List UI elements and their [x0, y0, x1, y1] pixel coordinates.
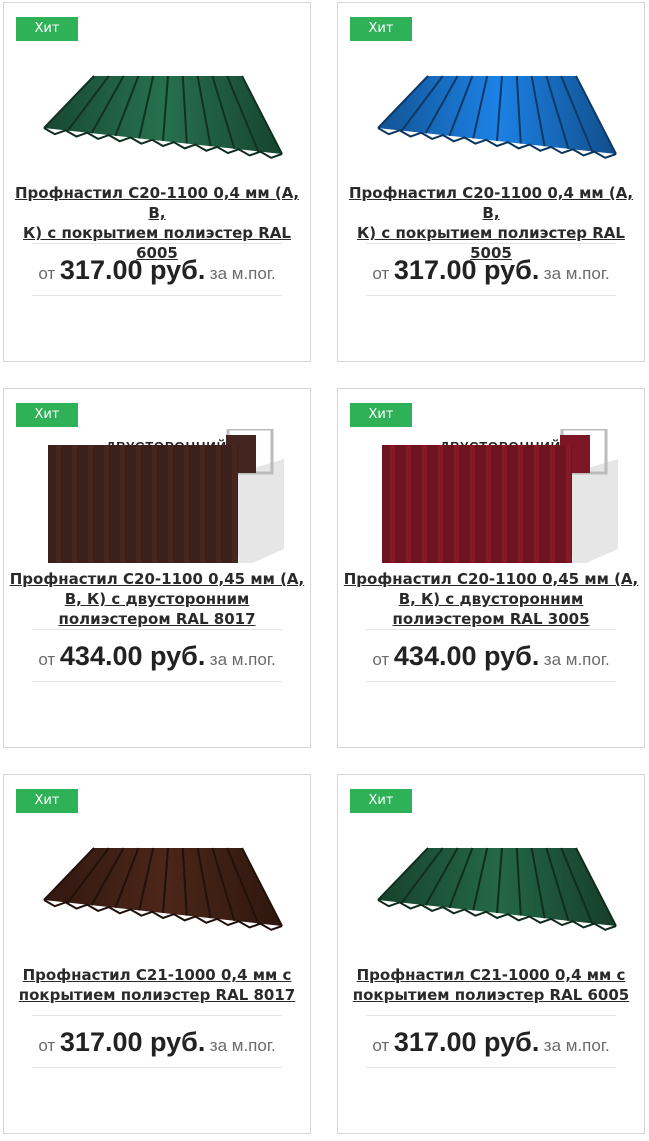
- product-card[interactable]: ХитДВУСТОРОННИЙПрофнастил С20-1100 0,45 …: [3, 388, 311, 748]
- product-card[interactable]: Хит Профнастил С20-1100 0,4 мм (А, В, К) с…: [337, 2, 645, 362]
- price-row: от 434.00 руб. за м.пог.: [338, 641, 644, 672]
- price-row: от 317.00 руб. за м.пог.: [338, 1027, 644, 1058]
- price-amount: 434.00 руб.: [59, 641, 206, 671]
- price-unit: за м.пог.: [209, 264, 276, 283]
- product-title-link[interactable]: Профнастил С20-1100 0,45 мм (А, В, К) с д…: [4, 569, 310, 629]
- product-image[interactable]: [338, 815, 644, 949]
- product-title-line: покрытием полиэстер RAL 8017: [18, 986, 296, 1004]
- product-title-line: покрытием полиэстер RAL 6005: [352, 986, 630, 1004]
- price-amount: 317.00 руб.: [59, 1027, 206, 1057]
- product-card[interactable]: Хит Профнастил С21-1000 0,4 мм с покрытием…: [3, 774, 311, 1134]
- product-title-line: Профнастил С21-1000 0,4 мм с: [22, 966, 292, 984]
- divider: [32, 295, 282, 296]
- product-image[interactable]: ДВУСТОРОННИЙ: [338, 429, 644, 563]
- divider: [366, 681, 616, 682]
- price-amount: 434.00 руб.: [393, 641, 540, 671]
- product-image[interactable]: ДВУСТОРОННИЙ: [4, 429, 310, 563]
- price-unit: за м.пог.: [209, 1036, 276, 1055]
- product-title-link[interactable]: Профнастил С21-1000 0,4 мм с покрытием по…: [4, 965, 310, 1005]
- hit-badge: Хит: [16, 789, 78, 813]
- divider: [32, 681, 282, 682]
- divider: [366, 243, 616, 244]
- price-unit: за м.пог.: [543, 1036, 610, 1055]
- price-prefix: от: [372, 1036, 394, 1055]
- product-title-line: Профнастил С20-1100 0,4 мм (А, В,: [14, 184, 300, 222]
- divider: [32, 243, 282, 244]
- product-title-line: Профнастил С20-1100 0,4 мм (А, В,: [348, 184, 634, 222]
- divider: [32, 629, 282, 630]
- price-row: от 317.00 руб. за м.пог.: [4, 1027, 310, 1058]
- product-title-link[interactable]: Профнастил С20-1100 0,4 мм (А, В, К) с по…: [4, 183, 310, 263]
- product-title-link[interactable]: Профнастил С20-1100 0,4 мм (А, В, К) с по…: [338, 183, 644, 263]
- hit-badge: Хит: [350, 17, 412, 41]
- price-unit: за м.пог.: [209, 650, 276, 669]
- divider: [32, 1015, 282, 1016]
- hit-badge: Хит: [350, 789, 412, 813]
- product-title-line: К) с покрытием полиэстер RAL: [23, 224, 291, 242]
- price-prefix: от: [38, 264, 60, 283]
- divider: [366, 1067, 616, 1068]
- product-title-line: полиэстером RAL 8017: [58, 610, 256, 628]
- divider: [366, 1015, 616, 1016]
- price-unit: за м.пог.: [543, 264, 610, 283]
- product-image[interactable]: [4, 43, 310, 177]
- price-prefix: от: [38, 1036, 60, 1055]
- divider: [366, 629, 616, 630]
- product-image[interactable]: [338, 43, 644, 177]
- price-row: от 434.00 руб. за м.пог.: [4, 641, 310, 672]
- product-title-line: К) с покрытием полиэстер RAL: [357, 224, 625, 242]
- product-title-line: В, К) с двусторонним: [64, 590, 250, 608]
- product-card[interactable]: Хит Профнастил С20-1100 0,4 мм (А, В, К) с…: [3, 2, 311, 362]
- product-title-line: полиэстером RAL 3005: [392, 610, 590, 628]
- product-card[interactable]: ХитДВУСТОРОННИЙПрофнастил С20-1100 0,45 …: [337, 388, 645, 748]
- hit-badge: Хит: [350, 403, 412, 427]
- product-image[interactable]: [4, 815, 310, 949]
- product-title-line: Профнастил С21-1000 0,4 мм с: [356, 966, 626, 984]
- product-title-line: В, К) с двусторонним: [398, 590, 584, 608]
- price-prefix: от: [372, 264, 394, 283]
- divider: [366, 295, 616, 296]
- price-unit: за м.пог.: [543, 650, 610, 669]
- product-title-line: Профнастил С20-1100 0,45 мм (А,: [9, 570, 305, 588]
- divider: [32, 1067, 282, 1068]
- price-row: от 317.00 руб. за м.пог.: [4, 255, 310, 286]
- price-amount: 317.00 руб.: [393, 1027, 540, 1057]
- price-row: от 317.00 руб. за м.пог.: [338, 255, 644, 286]
- price-prefix: от: [372, 650, 394, 669]
- price-amount: 317.00 руб.: [393, 255, 540, 285]
- hit-badge: Хит: [16, 403, 78, 427]
- product-title-line: Профнастил С20-1100 0,45 мм (А,: [343, 570, 639, 588]
- price-amount: 317.00 руб.: [59, 255, 206, 285]
- price-prefix: от: [38, 650, 60, 669]
- hit-badge: Хит: [16, 17, 78, 41]
- product-card[interactable]: Хит Профнастил С21-1000 0,4 мм с покрытием…: [337, 774, 645, 1134]
- product-title-link[interactable]: Профнастил С20-1100 0,45 мм (А, В, К) с д…: [338, 569, 644, 629]
- product-title-link[interactable]: Профнастил С21-1000 0,4 мм с покрытием по…: [338, 965, 644, 1005]
